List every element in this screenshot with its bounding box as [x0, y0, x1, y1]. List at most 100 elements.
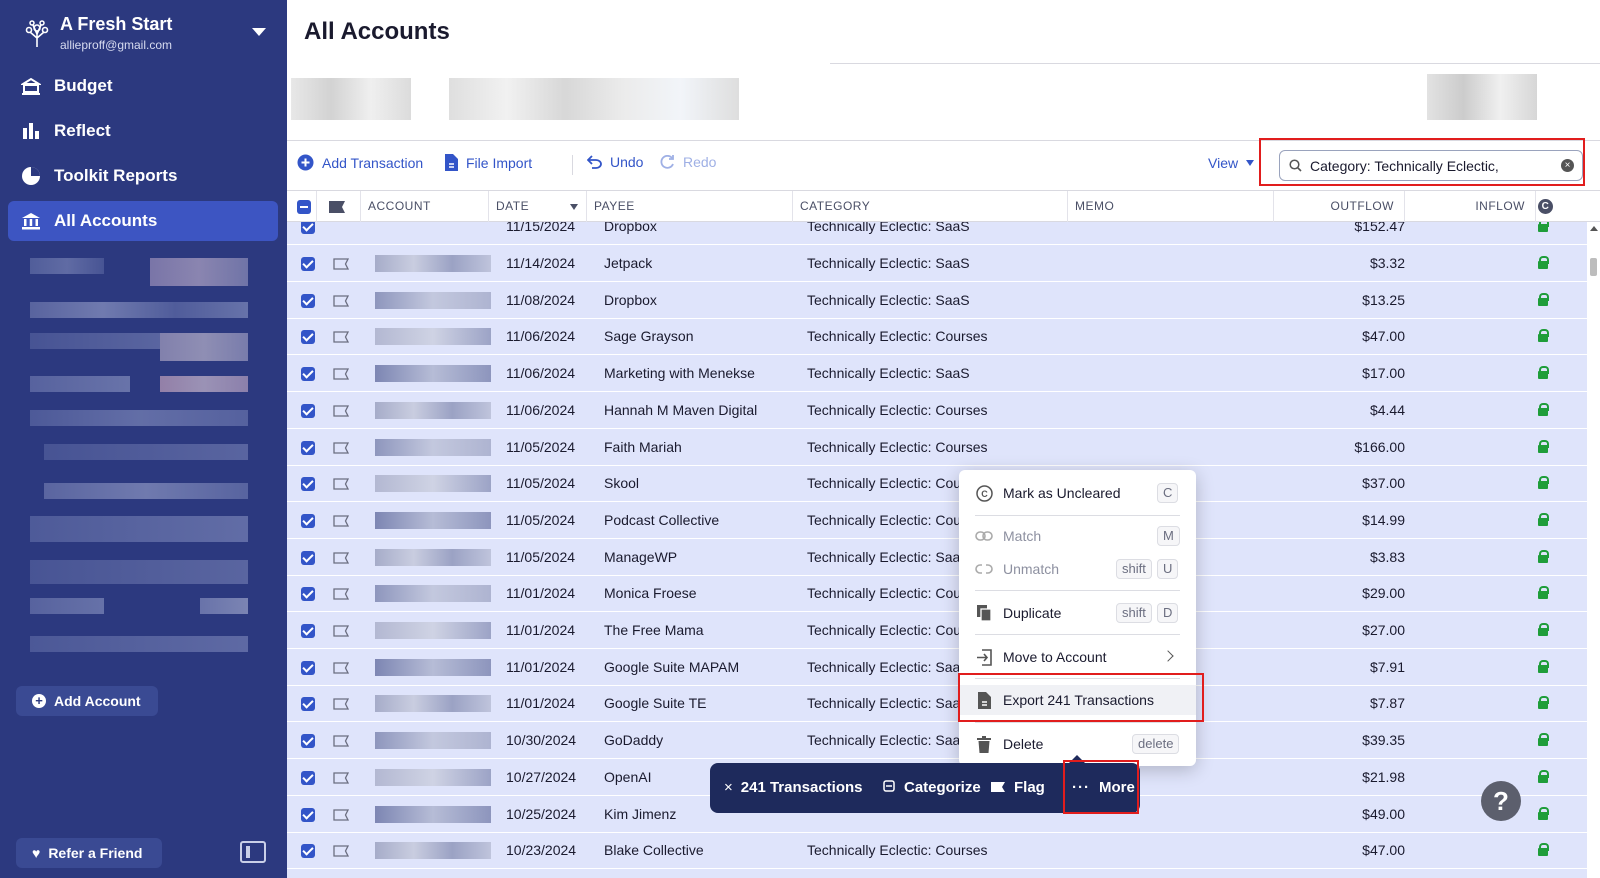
table-row[interactable]: 11/01/2024 Monica Froese Technically Ecl…	[287, 575, 1587, 613]
flag-outline-icon[interactable]	[333, 441, 350, 457]
row-checkbox[interactable]	[301, 734, 315, 749]
column-outflow[interactable]: OUTFLOW	[1274, 191, 1405, 222]
table-row[interactable]: 10/23/2024 Blake Collective Technically …	[287, 832, 1587, 870]
flag-outline-icon[interactable]	[333, 257, 350, 273]
row-checkbox[interactable]	[301, 550, 315, 565]
flag-outline-icon[interactable]	[333, 808, 350, 824]
row-checkbox[interactable]	[301, 660, 315, 675]
flag-outline-icon[interactable]	[333, 697, 350, 713]
collapse-sidebar-icon[interactable]	[240, 841, 266, 863]
table-row[interactable]: 11/05/2024 Skool Technically Eclectic: C…	[287, 465, 1587, 503]
flag-outline-icon[interactable]	[333, 734, 350, 750]
flag-column-header[interactable]	[317, 191, 361, 222]
row-checkbox[interactable]	[301, 257, 315, 271]
row-date: 11/15/2024	[506, 222, 576, 234]
search-field[interactable]: ×	[1279, 150, 1583, 181]
flag-outline-icon[interactable]	[333, 771, 350, 787]
file-import-button[interactable]: File Import	[445, 154, 532, 171]
column-payee[interactable]: PAYEE	[587, 191, 793, 222]
row-outflow: $47.00	[1362, 842, 1405, 859]
flag-outline-icon[interactable]	[333, 624, 350, 640]
clear-selection-button[interactable]: × 241 Transactions	[724, 779, 863, 796]
budget-switcher[interactable]: A Fresh Start allieproff@gmail.com	[20, 12, 270, 56]
menu-mark-uncleared[interactable]: C Mark as Uncleared C	[959, 478, 1196, 508]
cleared-column-header[interactable]: C	[1536, 191, 1600, 222]
menu-unmatch[interactable]: Unmatch shift U	[959, 554, 1196, 584]
add-account-button[interactable]: + Add Account	[16, 686, 158, 716]
table-row[interactable]: 10/30/2024 GoDaddy Technically Eclectic:…	[287, 722, 1587, 760]
row-checkbox[interactable]	[301, 222, 315, 234]
row-account	[375, 438, 491, 456]
nav-toolkit-reports[interactable]: Toolkit Reports	[8, 156, 278, 196]
table-row[interactable]: 11/05/2024 Podcast Collective Technicall…	[287, 502, 1587, 539]
shortcut-key: U	[1157, 559, 1179, 579]
row-checkbox[interactable]	[301, 807, 315, 822]
more-button[interactable]: ··· More	[1072, 779, 1135, 796]
flag-outline-icon[interactable]	[333, 477, 350, 493]
row-checkbox[interactable]	[301, 367, 315, 382]
table-row[interactable]: 11/01/2024 Google Suite TE Technically E…	[287, 685, 1587, 723]
row-checkbox[interactable]	[301, 293, 315, 308]
flag-outline-icon[interactable]	[333, 367, 350, 383]
table-row[interactable]: 11/01/2024 Google Suite MAPAM Technicall…	[287, 649, 1587, 686]
column-inflow[interactable]: INFLOW	[1405, 191, 1536, 222]
select-all-checkbox[interactable]	[287, 191, 317, 222]
table-row[interactable]: 11/06/2024 Marketing with Menekse Techni…	[287, 355, 1587, 393]
table-row[interactable]: 11/08/2024 Dropbox Technically Eclectic:…	[287, 282, 1587, 319]
table-row[interactable]: 11/14/2024 Jetpack Technically Eclectic:…	[287, 245, 1587, 282]
table-row[interactable]: 11/15/2024 Dropbox Technically Eclectic:…	[287, 222, 1587, 245]
row-date: 11/01/2024	[506, 622, 576, 638]
row-checkbox[interactable]	[301, 477, 315, 492]
row-checkbox[interactable]	[301, 770, 315, 785]
nav-all-accounts[interactable]: All Accounts	[8, 201, 278, 241]
menu-duplicate[interactable]: Duplicate shift D	[959, 598, 1196, 628]
column-account[interactable]: ACCOUNT	[361, 191, 489, 222]
table-row[interactable]: 11/06/2024 Hannah M Maven Digital Techni…	[287, 392, 1587, 429]
column-date[interactable]: DATE	[489, 191, 587, 222]
add-transaction-button[interactable]: Add Transaction	[297, 154, 423, 171]
row-checkbox[interactable]	[301, 330, 315, 345]
nav-reflect[interactable]: Reflect	[8, 111, 278, 151]
flag-outline-icon[interactable]	[333, 330, 350, 346]
checkbox-indeterminate-icon[interactable]	[297, 199, 311, 214]
table-row[interactable]: 11/06/2024 Sage Grayson Technically Ecle…	[287, 318, 1587, 356]
flag-outline-icon[interactable]	[333, 661, 350, 677]
scroll-up-icon[interactable]	[1590, 226, 1598, 231]
menu-match[interactable]: Match M	[959, 521, 1196, 551]
row-outflow: $3.32	[1369, 255, 1405, 271]
flag-outline-icon[interactable]	[333, 294, 350, 310]
row-outflow: $7.87	[1369, 695, 1405, 712]
table-row[interactable]: 11/05/2024 Faith Mariah Technically Ecle…	[287, 429, 1587, 466]
nav-budget[interactable]: Budget	[8, 66, 278, 106]
flag-button[interactable]: Flag	[991, 779, 1045, 796]
row-checkbox[interactable]	[301, 513, 315, 528]
column-memo[interactable]: MEMO	[1068, 191, 1274, 222]
view-dropdown[interactable]: View	[1208, 155, 1255, 171]
flag-outline-icon[interactable]	[333, 404, 350, 420]
row-checkbox[interactable]	[301, 403, 315, 418]
redo-button[interactable]: Redo	[660, 154, 716, 170]
clear-search-icon[interactable]: ×	[1561, 159, 1574, 172]
column-category[interactable]: CATEGORY	[793, 191, 1068, 222]
undo-button[interactable]: Undo	[587, 154, 643, 170]
row-checkbox[interactable]	[301, 844, 315, 859]
refer-friend-button[interactable]: ♥ Refer a Friend	[16, 838, 162, 868]
help-button[interactable]: ?	[1481, 781, 1521, 821]
menu-export-transactions[interactable]: Export 241 Transactions	[959, 685, 1196, 715]
flag-outline-icon[interactable]	[333, 587, 350, 603]
flag-outline-icon[interactable]	[333, 514, 350, 530]
scrollbar-thumb[interactable]	[1590, 258, 1597, 276]
menu-move-to-account[interactable]: Move to Account	[959, 642, 1196, 672]
row-checkbox[interactable]	[301, 624, 315, 638]
flag-outline-icon[interactable]	[333, 551, 350, 567]
row-checkbox[interactable]	[301, 697, 315, 712]
table-row[interactable]: 11/01/2024 The Free Mama Technically Ecl…	[287, 612, 1587, 649]
row-outflow: $152.47	[1354, 222, 1405, 234]
row-checkbox[interactable]	[301, 587, 315, 602]
categorize-button[interactable]: Categorize	[883, 779, 981, 796]
search-input[interactable]	[1310, 157, 1546, 174]
row-checkbox[interactable]	[301, 440, 315, 455]
table-row[interactable]: 11/05/2024 ManageWP Technically Eclectic…	[287, 539, 1587, 576]
flag-outline-icon[interactable]	[333, 844, 350, 860]
scrollbar[interactable]	[1587, 222, 1600, 878]
